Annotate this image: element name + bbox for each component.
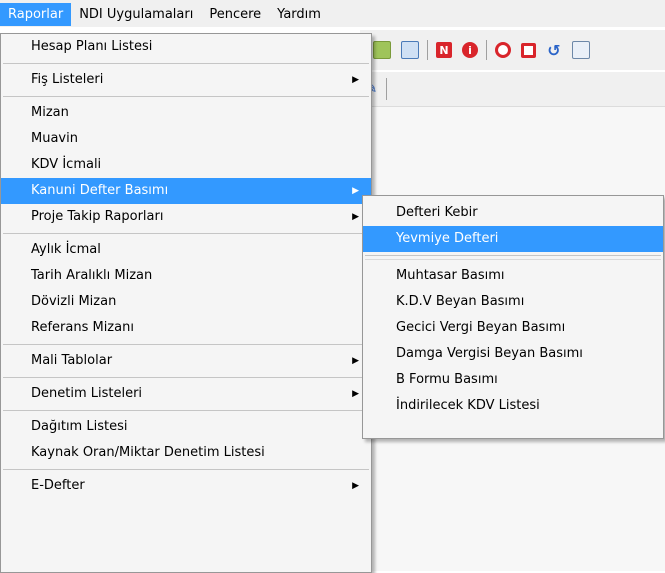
menu-item-label: Referans Mizanı — [31, 320, 134, 335]
menu-separator — [3, 469, 369, 470]
menu-item-label: İndirilecek KDV Listesi — [396, 398, 540, 413]
calendar-icon[interactable] — [572, 41, 590, 59]
grid-table-icon[interactable] — [401, 41, 419, 59]
n-red-icon[interactable]: N — [436, 42, 452, 58]
menu-item-label: Yevmiye Defteri — [396, 231, 499, 246]
submenu-item-kdv-beyan-basimi[interactable]: K.D.V Beyan Basımı — [363, 289, 663, 315]
menu-item-label: Mizan — [31, 105, 69, 120]
menu-item-label: B Formu Basımı — [396, 372, 498, 387]
menu-item-label: Denetim Listeleri — [31, 386, 143, 401]
menu-item-tarih-aralikli-mizan[interactable]: Tarih Aralıklı Mizan — [1, 263, 371, 289]
menu-yardim[interactable]: Yardım — [269, 3, 329, 26]
menu-item-label: Damga Vergisi Beyan Basımı — [396, 346, 583, 361]
submenu-item-damga-vergisi-beyan-basimi[interactable]: Damga Vergisi Beyan Basımı — [363, 341, 663, 367]
menu-item-label: E-Defter — [31, 478, 85, 493]
grid-icon[interactable] — [373, 41, 391, 59]
menu-item-label: Proje Takip Raporları — [31, 209, 164, 224]
menu-item-label: Fiş Listeleri — [31, 72, 104, 87]
menu-item-label: K.D.V Beyan Basımı — [396, 294, 525, 309]
menu-item-mizan[interactable]: Mizan — [1, 100, 371, 126]
menu-separator — [3, 377, 369, 378]
submenu-item-gecici-vergi-beyan-basimi[interactable]: Gecici Vergi Beyan Basımı — [363, 315, 663, 341]
menu-item-kaynak-oran-miktar-denetim-listesi[interactable]: Kaynak Oran/Miktar Denetim Listesi — [1, 440, 371, 466]
raporlar-dropdown-menu: Hesap Planı Listesi Fiş Listeleri ▶ Mizan… — [0, 33, 372, 573]
menu-item-label: Tarih Aralıklı Mizan — [31, 268, 153, 283]
menu-item-label: Muavin — [31, 131, 78, 146]
submenu-arrow-icon: ▶ — [352, 212, 359, 222]
submenu-arrow-icon: ▶ — [352, 75, 359, 85]
menu-item-proje-takip-raporlari[interactable]: Proje Takip Raporları ▶ — [1, 204, 371, 230]
menu-item-label: Mali Tablolar — [31, 353, 113, 368]
submenu-arrow-icon: ▶ — [352, 186, 359, 196]
submenu-arrow-icon: ▶ — [352, 481, 359, 491]
menu-pencere[interactable]: Pencere — [201, 3, 269, 26]
menu-item-hesap-plani-listesi[interactable]: Hesap Planı Listesi — [1, 34, 371, 60]
menu-item-label: Aylık İcmal — [31, 242, 101, 257]
menu-item-label: Gecici Vergi Beyan Basımı — [396, 320, 566, 335]
toolbar-separator — [386, 78, 387, 100]
menu-item-referans-mizani[interactable]: Referans Mizanı — [1, 315, 371, 341]
record-red-icon[interactable] — [495, 42, 511, 58]
refresh-blue-icon[interactable]: ↺ — [546, 41, 562, 60]
menu-item-muavin[interactable]: Muavin — [1, 126, 371, 152]
submenu-item-defteri-kebir[interactable]: Defteri Kebir — [363, 200, 663, 226]
menu-item-label: Kanuni Defter Basımı — [31, 183, 169, 198]
menu-separator — [3, 96, 369, 97]
menu-separator — [3, 410, 369, 411]
menu-item-dagitim-listesi[interactable]: Dağıtım Listesi — [1, 414, 371, 440]
submenu-arrow-icon: ▶ — [352, 356, 359, 366]
kanuni-defter-basimi-submenu: Defteri Kebir Yevmiye Defteri Muhtasar B… — [362, 195, 664, 439]
menu-item-label: Hesap Planı Listesi — [31, 39, 153, 54]
menu-separator — [365, 259, 661, 260]
toolbar-separator — [427, 40, 428, 60]
stop-red-icon[interactable] — [521, 42, 536, 58]
menu-item-kanuni-defter-basimi[interactable]: Kanuni Defter Basımı ▶ — [1, 178, 371, 204]
menu-item-label: KDV İcmali — [31, 157, 102, 172]
info-red-icon[interactable]: i — [462, 42, 478, 58]
menu-raporlar[interactable]: Raporlar — [0, 3, 72, 26]
menu-item-e-defter[interactable]: E-Defter ▶ — [1, 473, 371, 499]
menu-item-fis-listeleri[interactable]: Fiş Listeleri ▶ — [1, 67, 371, 93]
menu-bar: Raporlar NDI Uygulamaları Pencere Yardım — [0, 0, 665, 27]
menu-item-aylik-icmal[interactable]: Aylık İcmal — [1, 237, 371, 263]
submenu-arrow-icon: ▶ — [352, 389, 359, 399]
menu-separator — [3, 233, 369, 234]
submenu-item-muhtasar-basimi[interactable]: Muhtasar Basımı — [363, 263, 663, 289]
menu-separator — [3, 63, 369, 64]
submenu-item-indirilecek-kdv-listesi[interactable]: İndirilecek KDV Listesi — [363, 393, 663, 419]
menu-separator — [3, 344, 369, 345]
submenu-item-b-formu-basimi[interactable]: B Formu Basımı — [363, 367, 663, 393]
menu-item-dovizli-mizan[interactable]: Dövizli Mizan — [1, 289, 371, 315]
menu-separator — [365, 255, 661, 256]
toolbar-secondary: ✎ — [360, 72, 665, 107]
menu-item-label: Muhtasar Basımı — [396, 268, 505, 283]
menu-item-label: Defteri Kebir — [396, 205, 478, 220]
menu-item-label: Dağıtım Listesi — [31, 419, 128, 434]
menu-item-denetim-listeleri[interactable]: Denetim Listeleri ▶ — [1, 381, 371, 407]
toolbar: N i ↺ — [360, 30, 665, 70]
menu-item-mali-tablolar[interactable]: Mali Tablolar ▶ — [1, 348, 371, 374]
menu-ndi-uygulamalari[interactable]: NDI Uygulamaları — [71, 3, 201, 26]
submenu-item-yevmiye-defteri[interactable]: Yevmiye Defteri — [363, 226, 663, 252]
menu-item-kdv-icmali[interactable]: KDV İcmali — [1, 152, 371, 178]
menu-item-label: Kaynak Oran/Miktar Denetim Listesi — [31, 445, 265, 460]
toolbar-separator — [486, 40, 487, 60]
menu-item-label: Dövizli Mizan — [31, 294, 117, 309]
